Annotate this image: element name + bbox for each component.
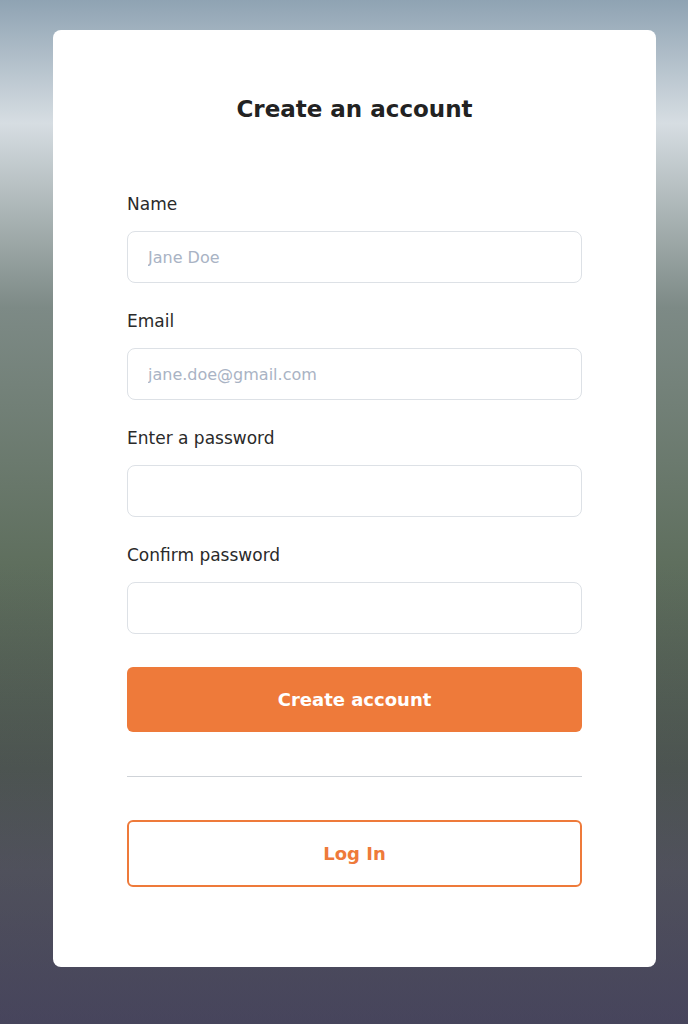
signup-card: Create an account Name Email Enter a passwo… xyxy=(53,30,656,967)
text-input[interactable] xyxy=(127,348,582,400)
background-photo: Create an account Name Email Enter a passwo… xyxy=(0,0,688,1024)
text-input[interactable] xyxy=(127,582,582,634)
field-label: Confirm password xyxy=(127,543,582,567)
field-label: Name xyxy=(127,192,582,216)
field-label: Enter a password xyxy=(127,426,582,450)
divider xyxy=(127,776,582,777)
text-input[interactable] xyxy=(127,465,582,517)
login-button[interactable]: Log In xyxy=(127,820,582,887)
text-input[interactable] xyxy=(127,231,582,283)
card-title: Create an account xyxy=(127,94,582,124)
form-field: Confirm password xyxy=(127,543,582,634)
form-field: Enter a password xyxy=(127,426,582,517)
form-field: Name xyxy=(127,192,582,283)
form-field: Email xyxy=(127,309,582,400)
signup-form: Name Email Enter a password Confirm passwor… xyxy=(127,192,582,732)
create-account-button[interactable]: Create account xyxy=(127,667,582,732)
field-label: Email xyxy=(127,309,582,333)
